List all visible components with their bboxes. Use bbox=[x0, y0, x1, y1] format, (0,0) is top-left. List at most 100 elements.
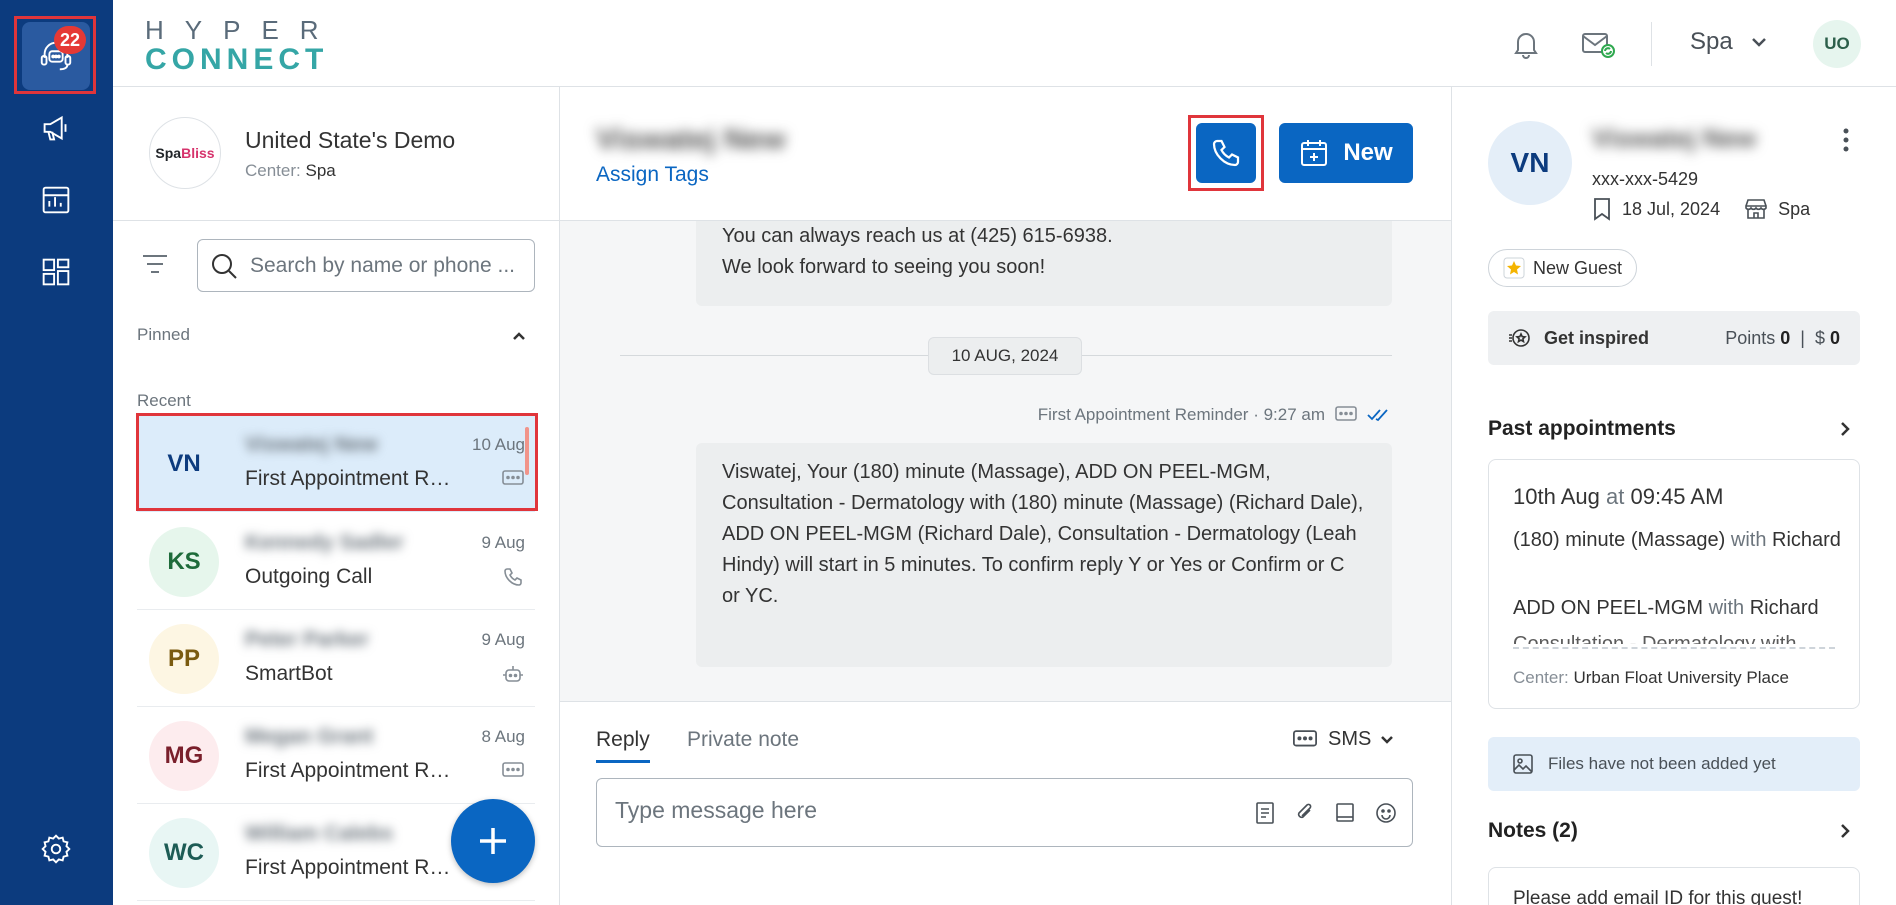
template-icon[interactable] bbox=[1254, 801, 1276, 825]
account-center: Center: Spa bbox=[245, 161, 336, 180]
chevron-up-icon bbox=[513, 332, 525, 340]
message-text: Viswatej, Your (180) minute (Massage), A… bbox=[722, 461, 1364, 607]
guest-avatar: VN bbox=[1488, 121, 1572, 205]
message-input-box bbox=[596, 778, 1413, 847]
reports-nav[interactable] bbox=[22, 166, 90, 234]
sms-icon bbox=[1293, 729, 1317, 746]
chevron-down-icon bbox=[1751, 38, 1766, 47]
image-icon bbox=[1513, 754, 1533, 774]
notification-badge: 22 bbox=[53, 26, 86, 54]
message-bubble: You can always reach us at (425) 615-693… bbox=[696, 221, 1392, 306]
last-message-preview: First Appointment Reminder bbox=[245, 467, 460, 490]
mail-sync-icon bbox=[1582, 33, 1615, 58]
double-check-icon bbox=[1367, 409, 1388, 422]
search-input[interactable] bbox=[250, 253, 520, 278]
center-select[interactable]: Spa bbox=[1690, 28, 1767, 56]
settings-nav[interactable] bbox=[22, 815, 90, 883]
contact-avatar: PP bbox=[149, 624, 219, 694]
reports-icon bbox=[42, 186, 70, 214]
conversation-date: 9 Aug bbox=[481, 533, 526, 552]
chat-header: Viswatej New Assign Tags New bbox=[560, 87, 1451, 221]
last-message-preview: SmartBot bbox=[245, 662, 333, 685]
guest-meta: 18 Jul, 2024 Spa bbox=[1592, 197, 1810, 221]
notes-expand[interactable] bbox=[1840, 823, 1850, 844]
new-conversation-button[interactable] bbox=[451, 799, 535, 883]
contact-name: Viswatej New bbox=[245, 433, 378, 456]
media-library-icon[interactable] bbox=[1334, 801, 1356, 825]
attachment-icon[interactable] bbox=[1294, 801, 1316, 825]
appointment-datetime: 10th Aug at 09:45 AM bbox=[1513, 484, 1724, 509]
top-bar: HYPER CONNECT Spa UO bbox=[113, 0, 1896, 87]
guest-phone: xxx-xxx-5429 bbox=[1592, 169, 1699, 189]
conversation-item[interactable]: VN Viswatej New First Appointment Remind… bbox=[137, 415, 535, 512]
tab-reply[interactable]: Reply bbox=[596, 728, 650, 763]
settings-icon bbox=[41, 834, 71, 864]
past-appointments-expand[interactable] bbox=[1840, 421, 1850, 442]
phone-icon bbox=[1212, 139, 1240, 167]
account-logo: Spa Bliss bbox=[149, 117, 221, 189]
note-card[interactable]: Please add email ID for this guest! bbox=[1488, 867, 1860, 905]
list-scrollbar[interactable] bbox=[525, 427, 529, 475]
new-appointment-button[interactable]: New bbox=[1279, 123, 1413, 183]
appointment-card[interactable]: 10th Aug at 09:45 AM (180) minute (Massa… bbox=[1488, 459, 1860, 709]
recent-section-label: Recent bbox=[137, 391, 191, 410]
assign-tags-link[interactable]: Assign Tags bbox=[596, 163, 709, 187]
megaphone-icon bbox=[43, 115, 67, 141]
chat-panel: Viswatej New Assign Tags New You can alw… bbox=[560, 87, 1451, 905]
bell-icon bbox=[1514, 33, 1538, 59]
last-message-preview: First Appointment Reminder bbox=[245, 856, 460, 879]
last-message-preview: First Appointment Reminder bbox=[245, 759, 460, 782]
phone-icon bbox=[504, 568, 522, 586]
contact-name: Peter Parker bbox=[245, 628, 369, 651]
sms-icon bbox=[502, 470, 524, 485]
appointment-divider bbox=[1513, 647, 1835, 649]
plus-icon bbox=[480, 828, 506, 854]
store-icon bbox=[1745, 199, 1767, 219]
user-avatar[interactable]: UO bbox=[1813, 20, 1861, 68]
contact-name: William Calebs bbox=[245, 822, 394, 845]
mail-sync-button[interactable] bbox=[1578, 24, 1618, 64]
more-options-button[interactable] bbox=[1842, 127, 1850, 158]
conversation-date: 9 Aug bbox=[481, 630, 526, 649]
composer: Reply Private note SMS bbox=[560, 701, 1451, 905]
tab-private-note[interactable]: Private note bbox=[687, 728, 799, 752]
message-input[interactable] bbox=[615, 797, 1215, 824]
campaigns-nav[interactable] bbox=[22, 94, 90, 162]
appointment-service: Consultation - Dermatology with bbox=[1513, 633, 1797, 644]
conversation-item[interactable]: MG Megan Grant First Appointment Reminde… bbox=[137, 707, 535, 804]
chat-contact-name: Viswatej New bbox=[596, 123, 786, 156]
message-thread: You can always reach us at (425) 615-693… bbox=[560, 221, 1451, 701]
files-empty-state: Files have not been added yet bbox=[1488, 737, 1860, 791]
support-agent-nav[interactable]: 22 bbox=[22, 22, 90, 90]
filter-button[interactable] bbox=[141, 252, 169, 281]
conversation-item[interactable]: PP Peter Parker SmartBot 9 Aug bbox=[137, 610, 535, 707]
loyalty-points-bar[interactable]: Get inspired Points 0 | $ 0 bbox=[1488, 311, 1860, 365]
date-chip: 10 AUG, 2024 bbox=[928, 337, 1082, 375]
last-message-preview: Outgoing Call bbox=[245, 565, 373, 588]
contact-avatar: VN bbox=[167, 450, 201, 477]
message-bubble: Viswatej, Your (180) minute (Massage), A… bbox=[696, 443, 1392, 667]
bookmark-icon bbox=[1594, 198, 1610, 221]
bot-icon bbox=[503, 666, 523, 682]
contact-name: Megan Grant bbox=[245, 725, 374, 748]
conversation-item[interactable]: KS Kennedy Sadler Outgoing Call 9 Aug bbox=[137, 513, 535, 610]
call-button[interactable] bbox=[1196, 123, 1256, 183]
contact-avatar: WC bbox=[149, 818, 219, 888]
channel-select[interactable]: SMS bbox=[1292, 728, 1394, 751]
appointment-center: Center: Urban Float University Place bbox=[1513, 668, 1789, 687]
emoji-icon[interactable] bbox=[1374, 801, 1398, 825]
pinned-collapse-toggle[interactable] bbox=[513, 327, 525, 345]
appointment-service: (180) minute (Massage) with Richard bbox=[1513, 529, 1841, 551]
contact-avatar: MG bbox=[149, 721, 219, 791]
account-header: Spa Bliss United State's Demo Center: Spa bbox=[113, 87, 559, 221]
apps-nav[interactable] bbox=[22, 238, 90, 306]
search-box bbox=[197, 239, 535, 292]
conversation-date: 8 Aug bbox=[481, 727, 526, 746]
sms-icon bbox=[502, 762, 524, 777]
left-rail: 22 bbox=[0, 0, 113, 905]
conversation-date: 10 Aug bbox=[472, 435, 525, 454]
appointment-service: ADD ON PEEL-MGM with Richard bbox=[1513, 597, 1819, 619]
kebab-menu-icon bbox=[1843, 128, 1849, 152]
notifications-button[interactable] bbox=[1506, 24, 1546, 64]
message-meta: First Appointment Reminder · 9:27 am bbox=[1038, 405, 1391, 425]
